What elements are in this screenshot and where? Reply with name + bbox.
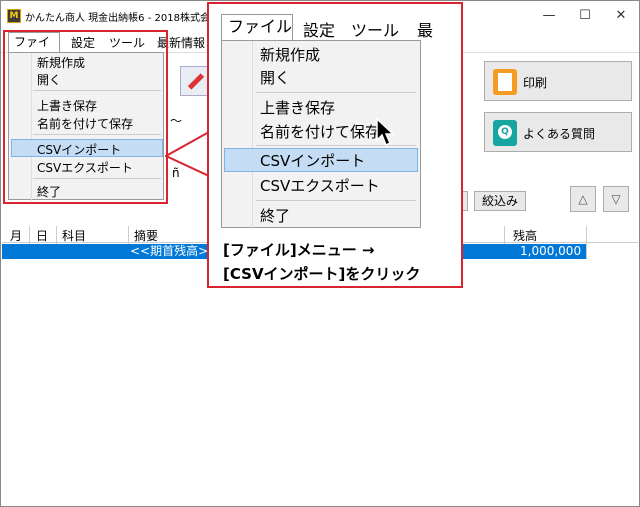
faq-button[interactable]: よくある質問 xyxy=(484,112,632,152)
col-summary[interactable]: 摘要 xyxy=(134,227,158,244)
move-up-button[interactable]: △ xyxy=(570,186,596,212)
close-button[interactable]: ✕ xyxy=(603,1,639,31)
zoom-menu-file: ファイル xyxy=(221,14,293,40)
mouse-cursor-icon xyxy=(376,118,395,147)
zoom-item-save-as: 名前を付けて保存 xyxy=(260,123,381,141)
instruction-caption: [ファイル]メニュー → [CSVインポート]をクリック xyxy=(223,238,420,286)
row-summary: <<期首残高>> xyxy=(130,244,219,258)
print-button-label: 印刷 xyxy=(523,76,548,90)
highlight-frame xyxy=(3,30,168,204)
menu-separator xyxy=(256,200,416,201)
move-down-button[interactable]: ▽ xyxy=(603,186,629,212)
maximize-button[interactable]: ☐ xyxy=(567,1,603,31)
zoom-item-csv-import: CSVインポート xyxy=(260,152,366,170)
col-month[interactable]: 月 xyxy=(10,227,22,244)
faq-button-label: よくある質問 xyxy=(523,127,596,141)
zoom-item-save: 上書き保存 xyxy=(260,99,336,117)
zoom-callout: ファイル 設定 ツール 最 新規作成 開く 上書き保存 名前を付けて保存 CSV… xyxy=(207,2,463,288)
row-balance: 1,000,000 xyxy=(520,244,582,258)
caption-line-2: [CSVインポート]をクリック xyxy=(223,265,421,283)
window-title: かんたん商人 現金出納帳6 - 2018株式会社ア xyxy=(25,13,230,24)
menu-separator xyxy=(256,92,416,93)
app-logo-icon: M xyxy=(7,9,21,23)
col-account[interactable]: 科目 xyxy=(62,227,86,244)
zoom-item-new: 新規作成 xyxy=(260,46,321,64)
zoom-item-exit: 終了 xyxy=(260,207,291,225)
filter-button[interactable]: 絞込み xyxy=(474,191,526,211)
column-divider xyxy=(586,226,587,259)
zoom-menu-tools: ツール xyxy=(351,21,400,40)
print-button[interactable]: 印刷 xyxy=(484,61,632,101)
zoom-menu-settings: 設定 xyxy=(303,21,336,40)
print-icon xyxy=(493,69,517,95)
caption-line-1: [ファイル]メニュー → xyxy=(223,241,375,259)
menu-gutter xyxy=(252,41,253,229)
zoom-menubar: ファイル 設定 ツール 最 xyxy=(221,14,453,40)
callout-pointer xyxy=(165,132,209,178)
zoom-item-open: 開く xyxy=(260,69,291,87)
date-range-tilde: ～ xyxy=(170,114,183,128)
faq-icon xyxy=(493,120,517,146)
col-day[interactable]: 日 xyxy=(36,227,48,244)
minimize-button[interactable]: — xyxy=(531,1,567,31)
zoom-item-csv-export: CSVエクスポート xyxy=(260,177,380,195)
zoom-menu-news: 最 xyxy=(417,21,434,40)
col-balance[interactable]: 残高 xyxy=(513,227,537,244)
edit-pencil-button[interactable] xyxy=(180,66,208,96)
